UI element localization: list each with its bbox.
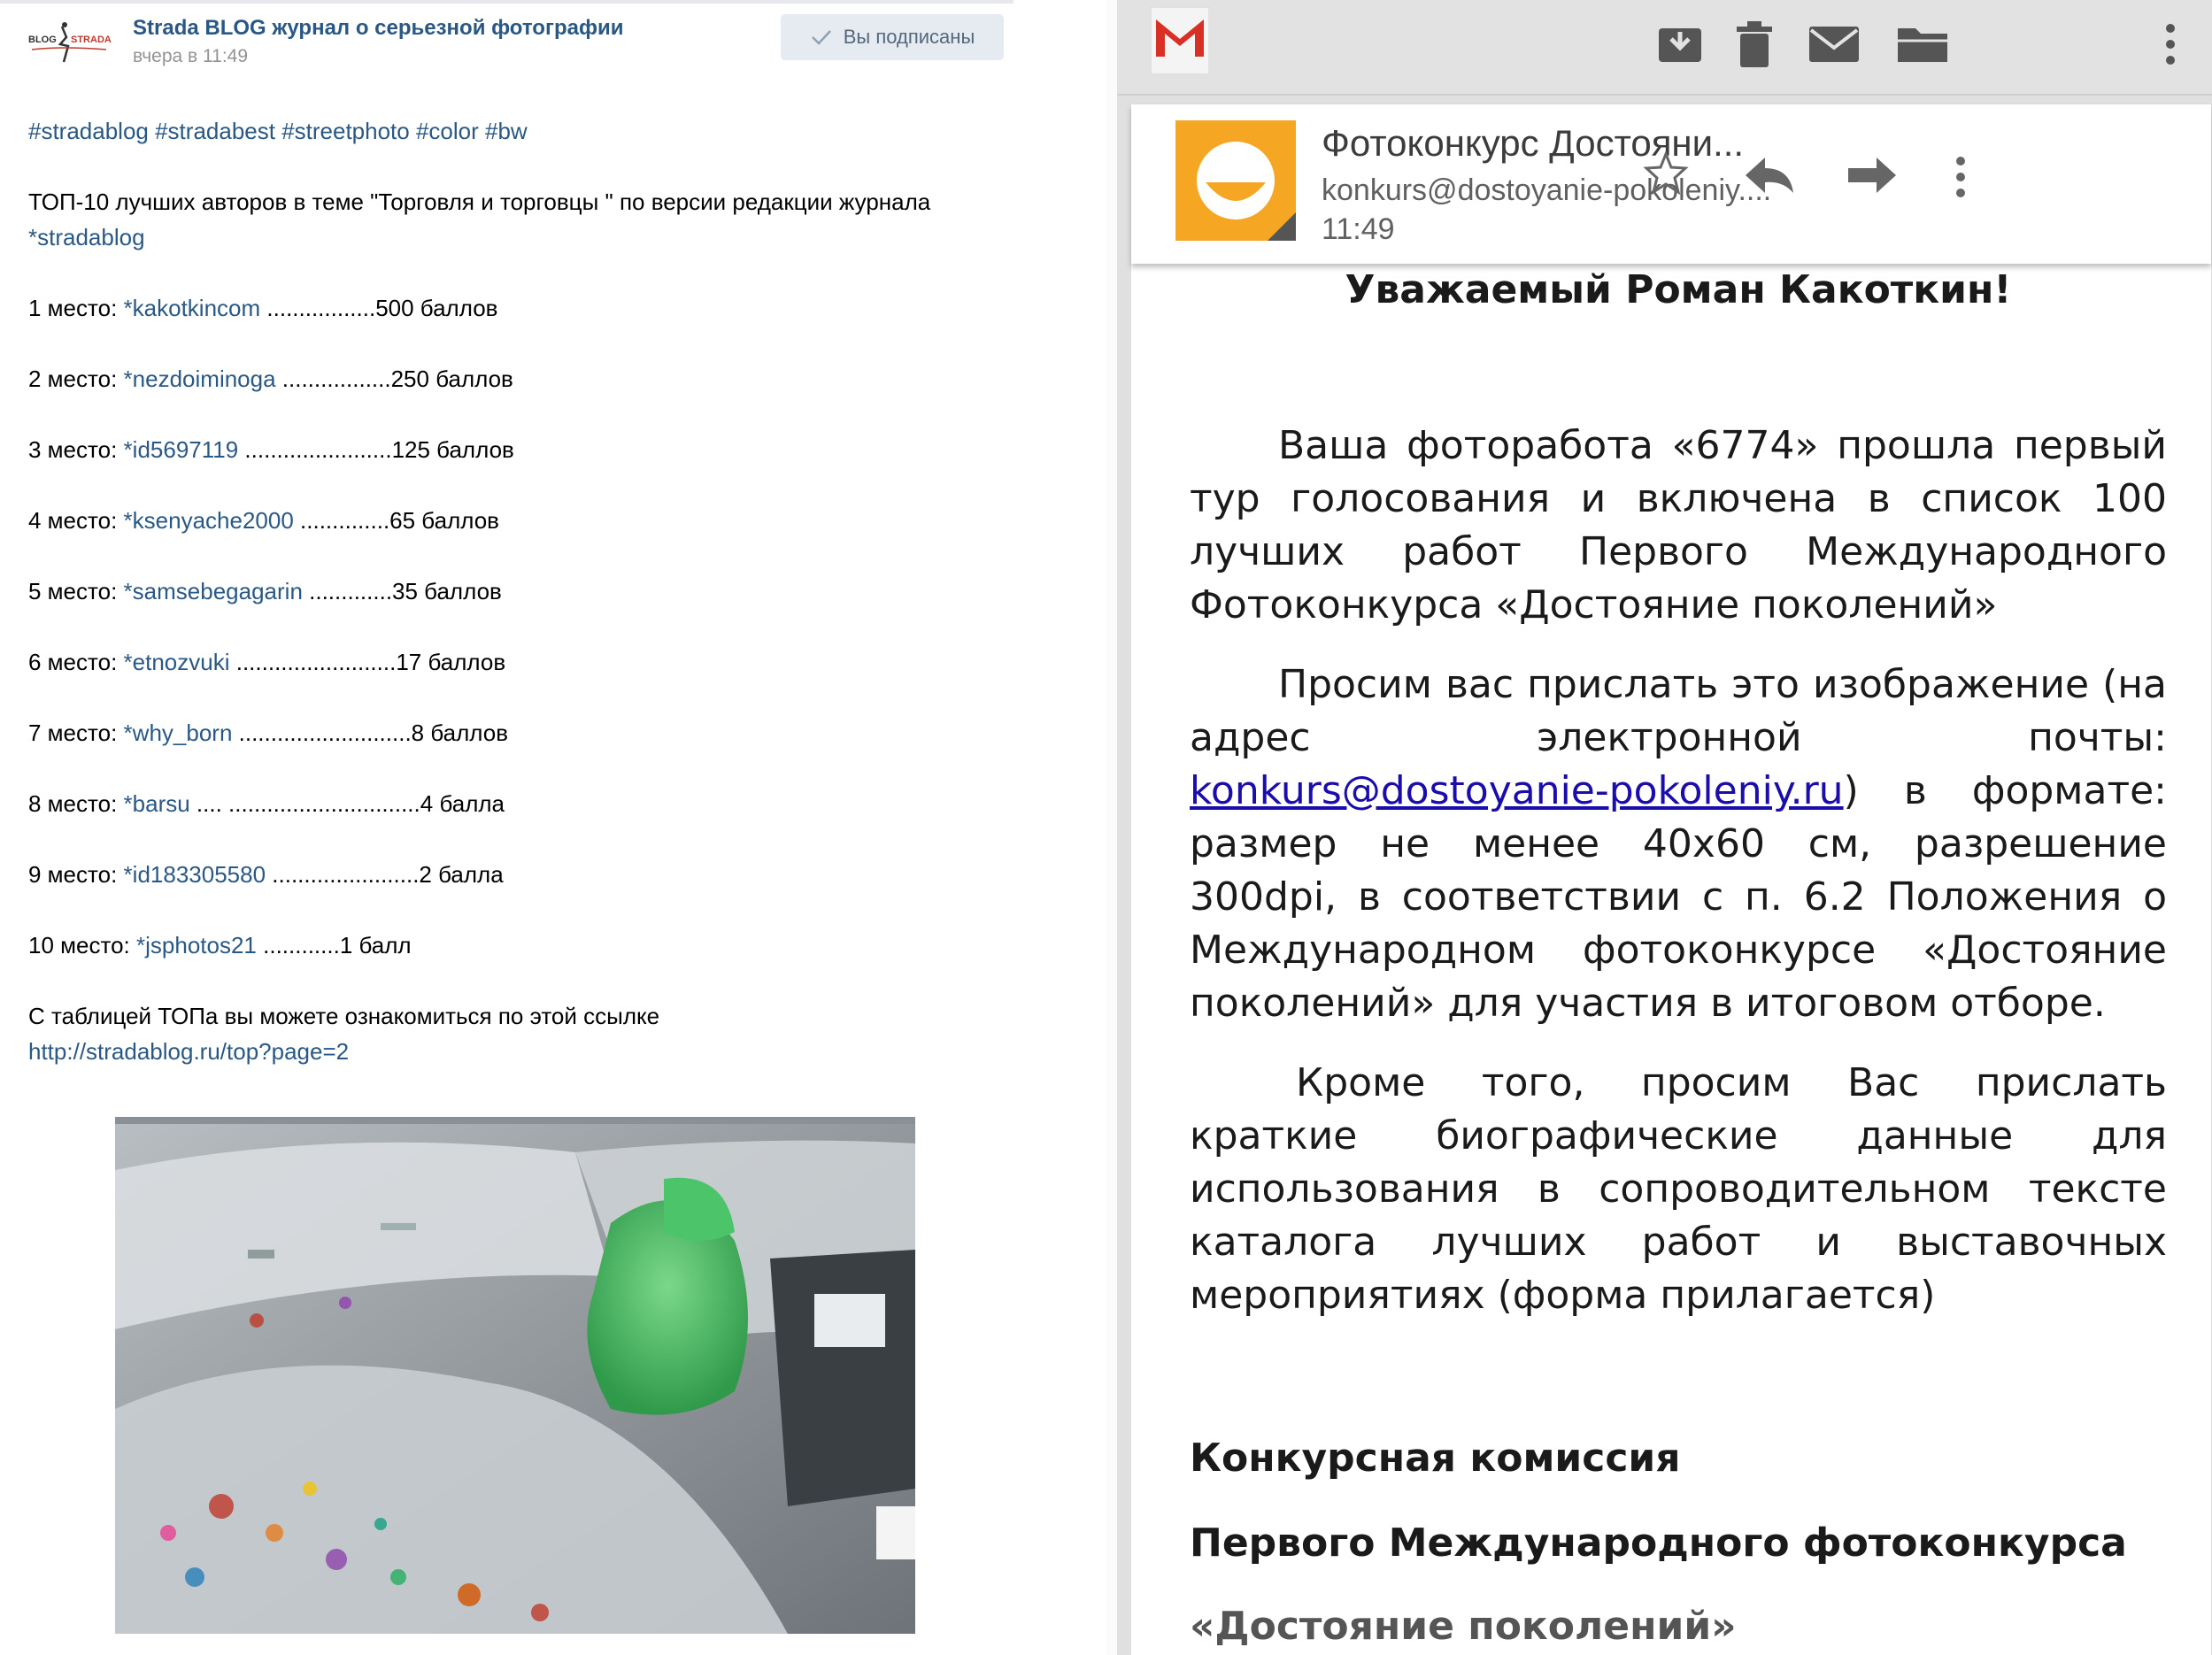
rank-user-link[interactable]: *jsphotos21: [136, 932, 257, 958]
ranking-row: 5 место: *samsebegagarin .............35…: [28, 573, 993, 609]
ranking-row: 6 место: *etnozvuki ....................…: [28, 644, 993, 680]
signature-line: «Достояние поколений»: [1190, 1604, 1737, 1649]
post-date[interactable]: вчера в 11:49: [133, 46, 248, 67]
rank-place: 1 место:: [28, 295, 124, 321]
email-time: 11:49: [1322, 212, 1395, 246]
overflow-menu-icon[interactable]: [2162, 19, 2179, 69]
rank-user-link[interactable]: *samsebegagarin: [124, 578, 303, 604]
ranking-row: 7 место: *why_born .....................…: [28, 715, 993, 751]
email-paragraph: Просим вас прислать это изображение (на …: [1190, 658, 2167, 1030]
rank-user-link[interactable]: *id5697119: [124, 436, 239, 463]
outro-text: С таблицей ТОПа вы можете ознакомиться п…: [28, 1003, 660, 1029]
intro-text: ТОП-10 лучших авторов в теме "Торговля и…: [28, 189, 931, 215]
vk-post: BLOG STRADA Strada BLOG журнал о серьезн…: [0, 0, 1106, 1655]
svg-text:STRADA: STRADA: [71, 35, 112, 45]
email-paragraph: Кроме того, просим Вас прислать краткие …: [1190, 1060, 2167, 1318]
reply-icon[interactable]: [1744, 156, 1795, 195]
rank-score: .... ..............................4 бал…: [189, 790, 505, 817]
rank-place: 3 место:: [28, 436, 124, 463]
rank-score: .......................125 баллов: [238, 436, 514, 463]
rank-user-link[interactable]: *etnozvuki: [124, 649, 230, 675]
hashtags[interactable]: #stradablog #stradabest #streetphoto #co…: [28, 118, 528, 144]
rank-user-link[interactable]: *id183305580: [124, 861, 266, 888]
rank-score: .......................2 балла: [266, 861, 504, 888]
ranking-row: 8 место: *barsu .... ...................…: [28, 786, 993, 821]
signature-line: Первого Международного фотоконкурса: [1190, 1520, 2127, 1566]
rank-place: 5 место:: [28, 578, 124, 604]
svg-text:BLOG: BLOG: [28, 35, 57, 45]
ranking-row: 1 место: *kakotkincom .................5…: [28, 290, 993, 326]
archive-icon[interactable]: [1655, 19, 1705, 69]
rank-score: ...........................8 баллов: [232, 720, 509, 746]
ranking-row: 9 место: *id183305580 ..................…: [28, 857, 993, 892]
mark-unread-icon[interactable]: [1807, 19, 1861, 69]
panel-divider: [1106, 0, 1117, 1655]
rank-user-link[interactable]: *kakotkincom: [124, 295, 261, 321]
gmail-toolbar: [1117, 0, 2212, 96]
gmail-logo-icon[interactable]: [1151, 7, 1209, 74]
rank-place: 4 место:: [28, 507, 124, 534]
rank-score: .........................17 баллов: [229, 649, 506, 675]
signature-line: Конкурсная комиссия: [1190, 1436, 1681, 1481]
email-card: Фотоконкурс Достояни... konkurs@dostoyan…: [1131, 104, 2211, 1655]
email-paragraph: Ваша фоторабота «6774» прошла первый тур…: [1190, 423, 2167, 627]
more-icon[interactable]: [1953, 154, 1969, 200]
rank-user-link[interactable]: *barsu: [124, 790, 190, 817]
star-icon[interactable]: [1643, 150, 1689, 196]
post-text: #stradablog #stradabest #streetphoto #co…: [28, 113, 993, 1105]
rank-score: ..............65 баллов: [293, 507, 499, 534]
sender-address[interactable]: konkurs@dostoyanie-pokoleniy....: [1322, 173, 1771, 208]
gmail-screenshot: Фотоконкурс Достояни... konkurs@dostoyan…: [1117, 0, 2212, 1655]
contest-email-link[interactable]: konkurs@dostoyanie-pokoleniy.ru: [1190, 768, 1844, 813]
email-greeting: Уважаемый Роман Какоткин!: [1345, 267, 2012, 312]
rank-place: 6 место:: [28, 649, 124, 675]
ranking-row: 10 место: *jsphotos21 ............1 балл: [28, 928, 993, 963]
move-to-folder-icon[interactable]: [1896, 19, 1949, 69]
subscribed-button[interactable]: Вы подписаны: [781, 14, 1004, 60]
rank-place: 10 место:: [28, 932, 137, 958]
check-icon: [811, 30, 831, 45]
intro-link[interactable]: *stradablog: [28, 224, 145, 250]
email-header: Фотоконкурс Достояни... konkurs@dostoyan…: [1131, 104, 2211, 264]
post-author[interactable]: Strada BLOG журнал о серьезной фотографи…: [133, 16, 623, 41]
post-top-divider: [0, 0, 1014, 4]
rank-place: 7 место:: [28, 720, 124, 746]
top-table-link[interactable]: http://stradablog.ru/top?page=2: [28, 1038, 349, 1065]
rank-score: .............35 баллов: [302, 578, 502, 604]
rank-score: .................500 баллов: [260, 295, 498, 321]
rank-score: .................250 баллов: [275, 366, 513, 392]
rank-place: 9 место:: [28, 861, 124, 888]
subscribed-label: Вы подписаны: [843, 26, 975, 48]
rank-user-link[interactable]: *ksenyache2000: [124, 507, 294, 534]
rank-place: 8 место:: [28, 790, 124, 817]
ranking-row: 3 место: *id5697119 ....................…: [28, 432, 993, 467]
rank-score: ............1 балл: [256, 932, 412, 958]
para-text: Просим вас прислать это изображение (на …: [1190, 662, 2167, 760]
email-body: Уважаемый Роман Какоткин! Ваша фоторабот…: [1190, 260, 2167, 1653]
sender-avatar[interactable]: [1175, 120, 1296, 241]
rank-place: 2 место:: [28, 366, 124, 392]
rank-user-link[interactable]: *nezdoiminoga: [124, 366, 276, 392]
forward-icon[interactable]: [1846, 156, 1898, 195]
delete-icon[interactable]: [1735, 19, 1774, 69]
strada-blog-logo[interactable]: BLOG STRADA: [27, 19, 112, 73]
rank-user-link[interactable]: *why_born: [124, 720, 233, 746]
post-photo[interactable]: [115, 1117, 915, 1634]
ranking-row: 4 место: *ksenyache2000 ..............65…: [28, 503, 993, 538]
ranking-row: 2 место: *nezdoiminoga .................…: [28, 361, 993, 396]
